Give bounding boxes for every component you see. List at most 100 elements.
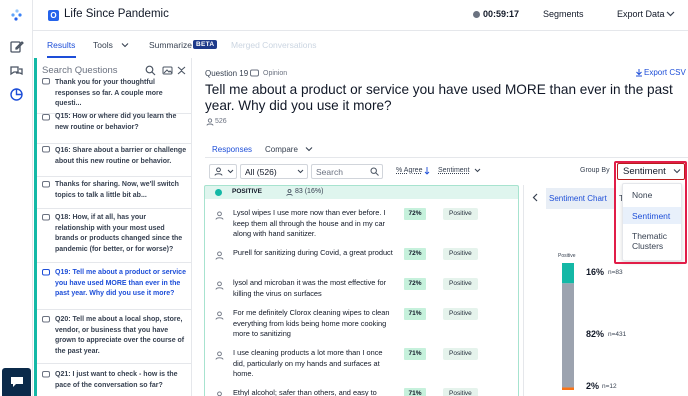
question-item[interactable]: Q18: How, if at all, has your relationsh… [37, 209, 191, 263]
chevron-down-icon [227, 168, 234, 175]
chat-support-button[interactable] [2, 368, 31, 396]
question-type: Opinion [263, 70, 288, 77]
sort-arrow-icon[interactable] [424, 166, 430, 175]
question-item-text: Q19: Tell me about a product or service … [55, 269, 186, 297]
chart-count-label: n=431 [608, 331, 627, 339]
chevron-down-icon [297, 168, 304, 175]
group-by-select[interactable]: Sentiment [617, 163, 685, 180]
agree-badge: 71% [404, 348, 426, 360]
question-item-active[interactable]: Q19: Tell me about a product or service … [37, 263, 191, 310]
question-item[interactable]: Q20: Tell me about a local shop, store, … [37, 310, 191, 364]
tab-compare[interactable]: Compare [265, 145, 298, 154]
question-number: Question 19 [205, 69, 249, 78]
group-by-value: Sentiment [623, 166, 666, 177]
response-text: Ethyl alcohol; safer than others, and ea… [233, 388, 377, 396]
person-icon [215, 281, 224, 290]
agree-badge: 72% [404, 248, 426, 260]
person-icon [215, 251, 224, 260]
question-item-text: Q15: How or where did you learn the new … [55, 113, 177, 131]
sentiment-group-header[interactable]: POSITIVE 83 (16%) [204, 185, 519, 199]
comment-icon [42, 316, 50, 324]
comment-icon [42, 371, 50, 379]
question-item[interactable]: Q15: How or where did you learn the new … [37, 113, 191, 144]
segments-button[interactable]: Segments [543, 9, 584, 19]
divider [205, 157, 688, 158]
chart-pct-label: 16% [586, 267, 605, 278]
question-item-text: Thanks for sharing. Now, we'll switch to… [55, 181, 179, 199]
sentiment-badge: Positive [443, 308, 478, 320]
main-tabs: Results Tools Summarize BETA Merged Conv… [33, 31, 688, 58]
question-item[interactable]: Thank you for your thoughtful responses … [37, 76, 191, 114]
sort-sentiment-button[interactable]: Sentiment [438, 167, 470, 174]
edit-icon[interactable] [9, 39, 24, 54]
question-item[interactable]: Q21: I just want to check - how is the p… [37, 364, 191, 396]
respondent-filter[interactable] [209, 164, 237, 179]
chart-bar-segment-negative [562, 387, 574, 390]
export-csv-link[interactable]: Export CSV [644, 68, 686, 77]
question-list-panel: Search Questions Thank you for your thou… [34, 58, 192, 396]
chart-pct-label: 2% [586, 381, 600, 391]
download-icon[interactable] [635, 68, 643, 77]
chevron-down-icon[interactable] [305, 145, 313, 153]
group-by-option-none[interactable]: None [623, 190, 681, 200]
group-by-label: Group By [580, 167, 610, 174]
chevron-down-icon[interactable] [121, 41, 129, 49]
project-badge-icon: O [48, 10, 59, 21]
respondent-count: 526 [215, 118, 227, 125]
response-filter-value: All (526) [245, 167, 277, 177]
chevron-down-icon[interactable] [474, 167, 481, 174]
question-item-text: Q21: I just want to check - how is the p… [55, 371, 178, 389]
response-text: Purell for sanitizing during Covid, a gr… [233, 248, 393, 257]
positive-dot-icon [215, 189, 222, 196]
image-gallery-icon[interactable] [162, 65, 173, 76]
tab-tools[interactable]: Tools [93, 40, 113, 50]
search-icon[interactable] [145, 65, 156, 76]
tab-responses[interactable]: Responses [212, 145, 252, 154]
response-filter-select[interactable]: All (526) [240, 164, 308, 179]
export-data-button[interactable]: Export Data [617, 9, 665, 19]
person-icon [206, 118, 214, 126]
question-item[interactable]: Thanks for sharing. Now, we'll switch to… [37, 177, 191, 209]
search-responses-input[interactable]: Search [311, 164, 383, 179]
beta-badge: BETA [193, 40, 218, 49]
group-by-menu: None Sentiment Thematic Clusters [622, 183, 682, 261]
left-rail [0, 0, 33, 396]
comment-icon [42, 214, 50, 222]
response-list: Lysol wipes I use more now than ever bef… [204, 199, 519, 396]
comment-icon [42, 78, 50, 86]
person-icon [286, 189, 293, 196]
comment-icon [42, 114, 50, 122]
chevron-down-icon [673, 167, 681, 175]
sentiment-badge: Positive [443, 388, 478, 396]
conversations-icon[interactable] [9, 63, 24, 78]
question-item[interactable]: Q16: Share about a barrier or challenge … [37, 144, 191, 177]
sentiment-badge: Positive [443, 348, 478, 360]
group-by-option-sentiment[interactable]: Sentiment [623, 207, 681, 224]
chart-bar-segment-positive [562, 263, 574, 284]
sort-agree-button[interactable]: % Agree [396, 167, 422, 174]
question-item-text: Q18: How, if at all, has your relationsh… [55, 214, 183, 253]
conversation-timer: 00:59:17 [483, 9, 520, 19]
chevron-down-icon[interactable] [666, 9, 675, 18]
chart-count-label: n=83 [608, 269, 623, 277]
search-icon [370, 167, 379, 176]
question-item-text: Q20: Tell me about a local shop, store, … [55, 316, 185, 355]
tab-summarize[interactable]: Summarize [149, 40, 192, 50]
app-logo-icon[interactable] [9, 8, 24, 23]
person-icon [214, 167, 223, 176]
comment-icon [42, 269, 50, 277]
response-text: I use cleaning products a lot more than … [233, 348, 383, 378]
agree-badge: 72% [404, 278, 426, 290]
sentiment-group-label: POSITIVE [232, 188, 262, 195]
collapse-icon[interactable] [176, 65, 187, 76]
tab-results[interactable]: Results [47, 40, 75, 50]
results-chart-icon[interactable] [9, 87, 24, 102]
search-questions-input[interactable]: Search Questions [42, 65, 118, 76]
agree-badge: 71% [404, 308, 426, 320]
response-text: For me definitely Clorox cleaning wipes … [233, 308, 390, 338]
agree-badge: 72% [404, 208, 426, 220]
person-icon [215, 311, 224, 320]
group-by-option-thematic-clusters[interactable]: Thematic Clusters [623, 231, 679, 251]
project-title: Life Since Pandemic [64, 8, 169, 20]
sentiment-badge: Positive [443, 248, 478, 260]
